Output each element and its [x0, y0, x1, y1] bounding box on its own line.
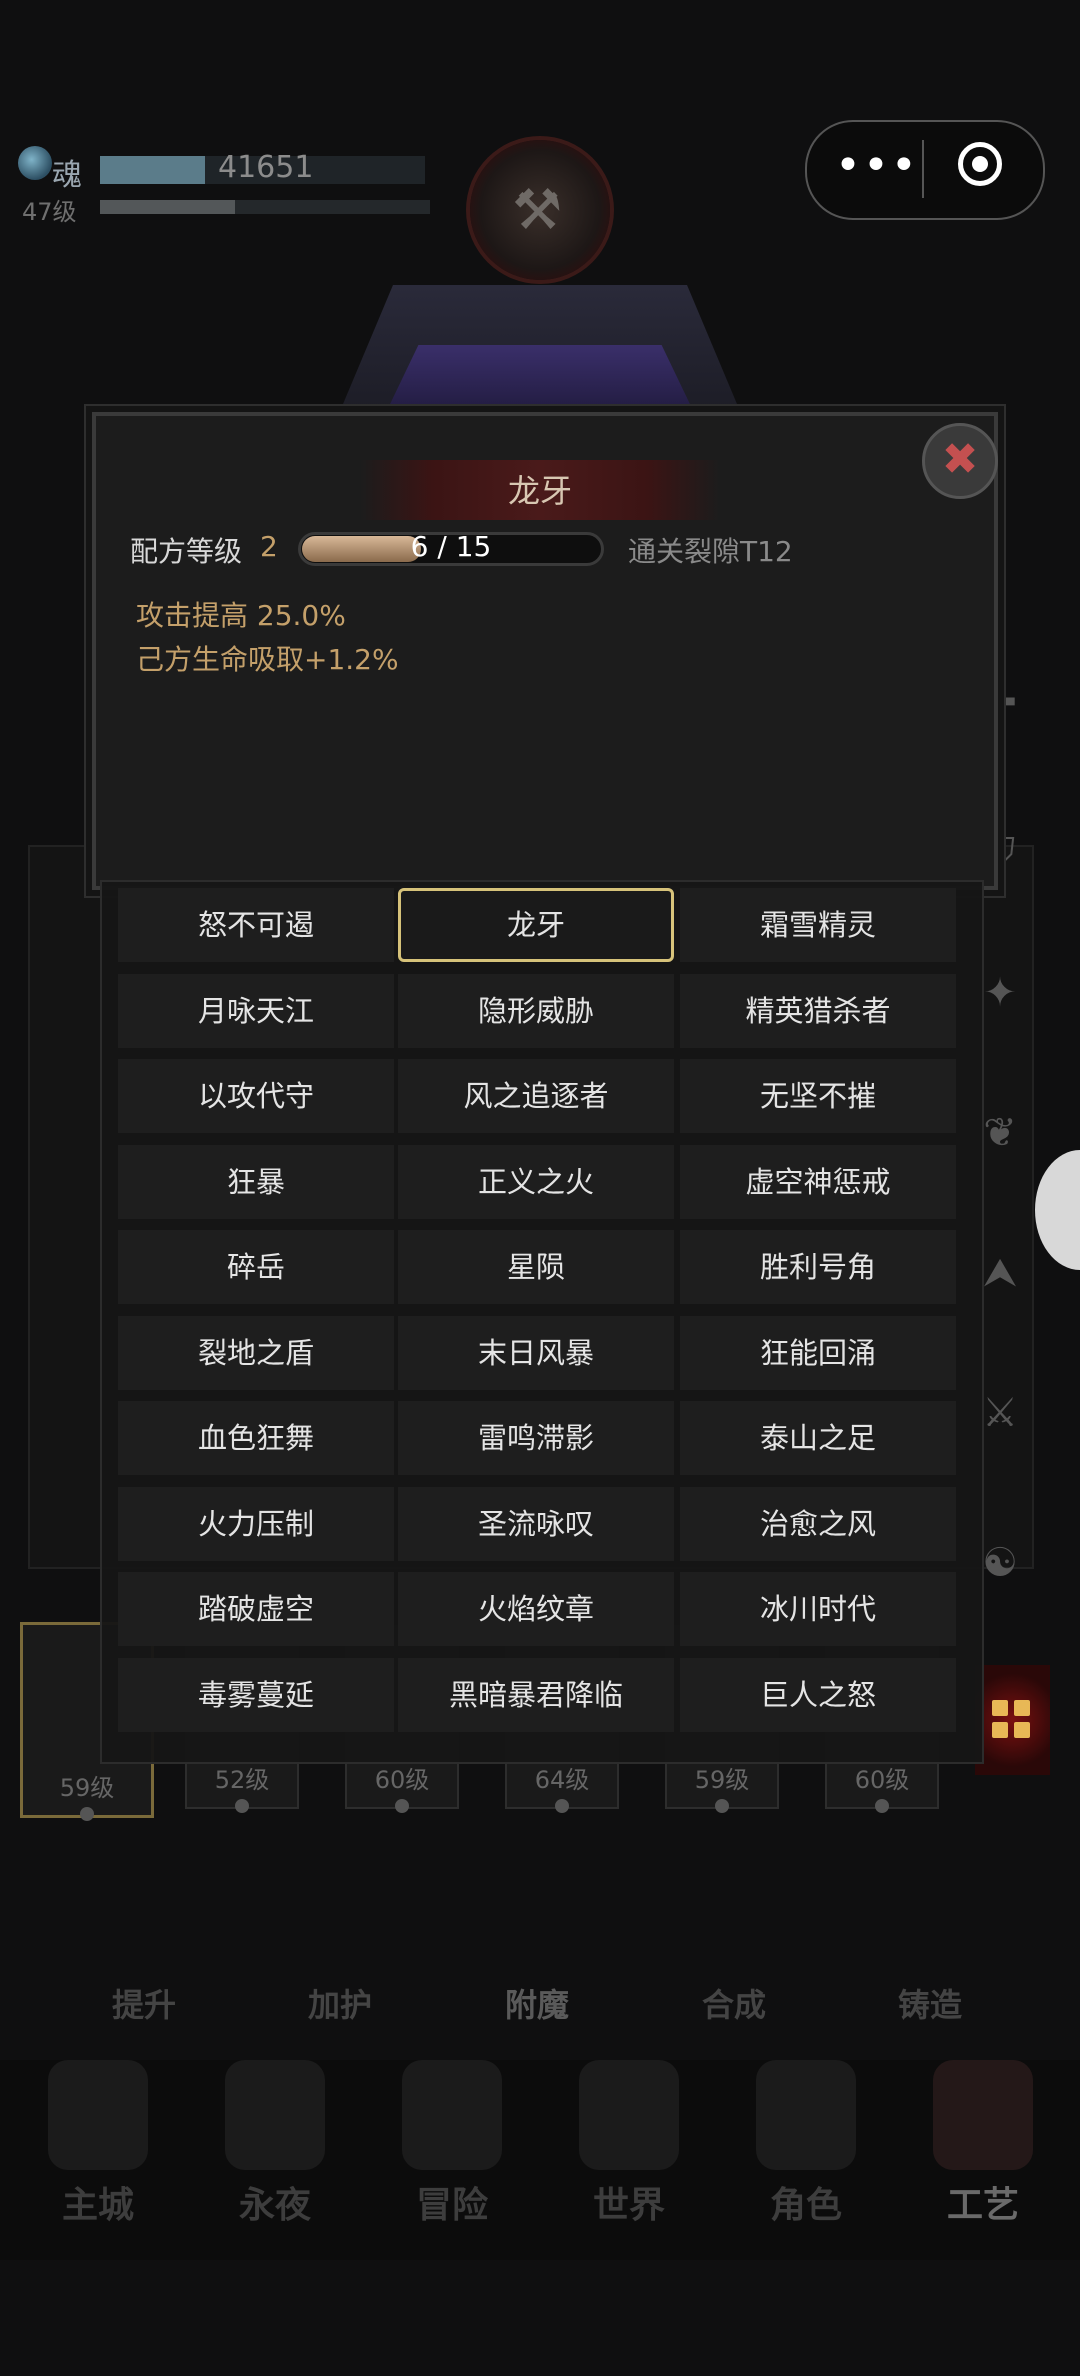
enchant-option[interactable]: 虚空神惩戒	[680, 1144, 956, 1219]
enchant-option[interactable]: 以攻代守	[118, 1059, 394, 1133]
enchant-option[interactable]: 风之追逐者	[398, 1059, 674, 1133]
helmet-icon	[756, 2060, 856, 2170]
enchant-option[interactable]: 正义之火	[398, 1144, 674, 1219]
recipe-level-label: 配方等级	[130, 535, 243, 568]
enchant-option[interactable]: 雷鸣滞影	[398, 1401, 674, 1475]
close-miniprogram-dot	[972, 156, 988, 172]
card-indicator	[875, 1799, 889, 1813]
enchant-option[interactable]: 狂能回涌	[680, 1315, 956, 1390]
anvil-icon	[933, 2060, 1033, 2170]
chat-avatar-bubble[interactable]	[1035, 1150, 1080, 1270]
grid-icon	[992, 1700, 1032, 1740]
crest-icon	[225, 2060, 325, 2170]
enchant-option[interactable]: 毒雾蔓延	[118, 1657, 394, 1732]
enchant-option[interactable]: 狂暴	[118, 1144, 394, 1219]
card-level: 64级	[534, 1766, 590, 1794]
enchant-option[interactable]: 巨人之怒	[680, 1657, 956, 1732]
card-level: 60级	[854, 1766, 910, 1794]
enchant-option[interactable]: 末日风暴	[398, 1315, 674, 1390]
enchant-option[interactable]: 霜雪精灵	[680, 888, 956, 962]
nav-label: 角色	[769, 2185, 842, 2226]
card-level: 52级	[214, 1766, 270, 1794]
nav-adventure[interactable]: 冒险	[382, 2060, 522, 2228]
enchant-option[interactable]: 星陨	[398, 1230, 674, 1304]
enchant-option[interactable]: 踏破虚空	[118, 1572, 394, 1646]
enchant-option[interactable]: 碎岳	[118, 1230, 394, 1304]
card-indicator	[555, 1799, 569, 1813]
card-indicator	[80, 1807, 94, 1821]
enchant-option[interactable]: 火力压制	[118, 1486, 394, 1561]
card-indicator	[395, 1799, 409, 1813]
enchant-option[interactable]: 胜利号角	[680, 1230, 956, 1304]
ship-wheel-icon	[579, 2060, 679, 2170]
main-navigation: 主城 永夜 冒险 世界 角色 工艺	[0, 2060, 1080, 2260]
card-level: 60级	[374, 1766, 430, 1794]
effect-line: 己方生命吸取+1.2%	[136, 643, 399, 676]
recipe-level-value: 2	[260, 530, 278, 563]
soul-value: 41651	[218, 150, 314, 185]
enchant-option[interactable]: 隐形威胁	[398, 973, 674, 1048]
enchant-option[interactable]: 无坚不摧	[680, 1059, 956, 1133]
capsule-divider	[922, 140, 924, 198]
soul-icon	[18, 146, 52, 180]
enchant-option[interactable]: 精英猎杀者	[680, 973, 956, 1048]
nav-main-city[interactable]: 主城	[28, 2060, 168, 2228]
enchant-option[interactable]: 月咏天江	[118, 973, 394, 1048]
soul-label: 魂	[52, 158, 82, 193]
card-level: 59级	[59, 1774, 115, 1802]
modal-title: 龙牙	[507, 472, 572, 510]
enchant-option[interactable]: 火焰纹章	[398, 1572, 674, 1646]
soul-bar-fill	[100, 156, 205, 184]
enchant-option[interactable]: 龙牙	[398, 888, 674, 962]
card-indicator	[715, 1799, 729, 1813]
enchant-option[interactable]: 怒不可遏	[118, 888, 394, 962]
enchant-option[interactable]: 治愈之风	[680, 1486, 956, 1561]
unlock-condition: 通关裂隙T12	[628, 535, 793, 568]
enchant-option[interactable]: 裂地之盾	[118, 1315, 394, 1390]
enchant-option[interactable]: 冰川时代	[680, 1572, 956, 1646]
nav-label: 世界	[592, 2185, 665, 2226]
close-button[interactable]: ✖	[922, 423, 998, 499]
enchant-option[interactable]: 圣流咏叹	[398, 1486, 674, 1561]
nav-label: 永夜	[238, 2185, 311, 2226]
enchant-option[interactable]: 血色狂舞	[118, 1401, 394, 1475]
sword-crown-icon	[402, 2060, 502, 2170]
tab-enchant[interactable]: 附魔	[505, 1980, 569, 2026]
card-indicator	[235, 1799, 249, 1813]
nav-character[interactable]: 角色	[736, 2060, 876, 2228]
nav-eternal-night[interactable]: 永夜	[205, 2060, 345, 2228]
tab-upgrade[interactable]: 提升	[112, 1980, 176, 2026]
tab-combine[interactable]: 合成	[702, 1980, 766, 2026]
card-level: 59级	[694, 1766, 750, 1794]
nav-label: 主城	[61, 2185, 134, 2226]
axe-icon: ⚒	[512, 178, 563, 243]
castle-icon	[48, 2060, 148, 2170]
enchant-option[interactable]: 泰山之足	[680, 1401, 956, 1475]
nav-label: 冒险	[415, 2185, 488, 2226]
player-level: 47级	[22, 198, 77, 226]
more-menu-icon[interactable]: •••	[835, 140, 919, 191]
nav-label: 工艺	[946, 2185, 1019, 2226]
craft-subtabs: 提升 加护 附魔 合成 铸造	[0, 1980, 1080, 2040]
effect-line: 攻击提高 25.0%	[136, 599, 346, 632]
exp-bar-fill	[100, 200, 235, 214]
enchant-option[interactable]: 黑暗暴君降临	[398, 1657, 674, 1732]
nav-world[interactable]: 世界	[559, 2060, 699, 2228]
recipe-progress-text: 6 / 15	[410, 530, 492, 563]
tab-forge[interactable]: 铸造	[898, 1980, 962, 2026]
nav-craft[interactable]: 工艺	[913, 2060, 1053, 2228]
tab-protect[interactable]: 加护	[308, 1980, 372, 2026]
